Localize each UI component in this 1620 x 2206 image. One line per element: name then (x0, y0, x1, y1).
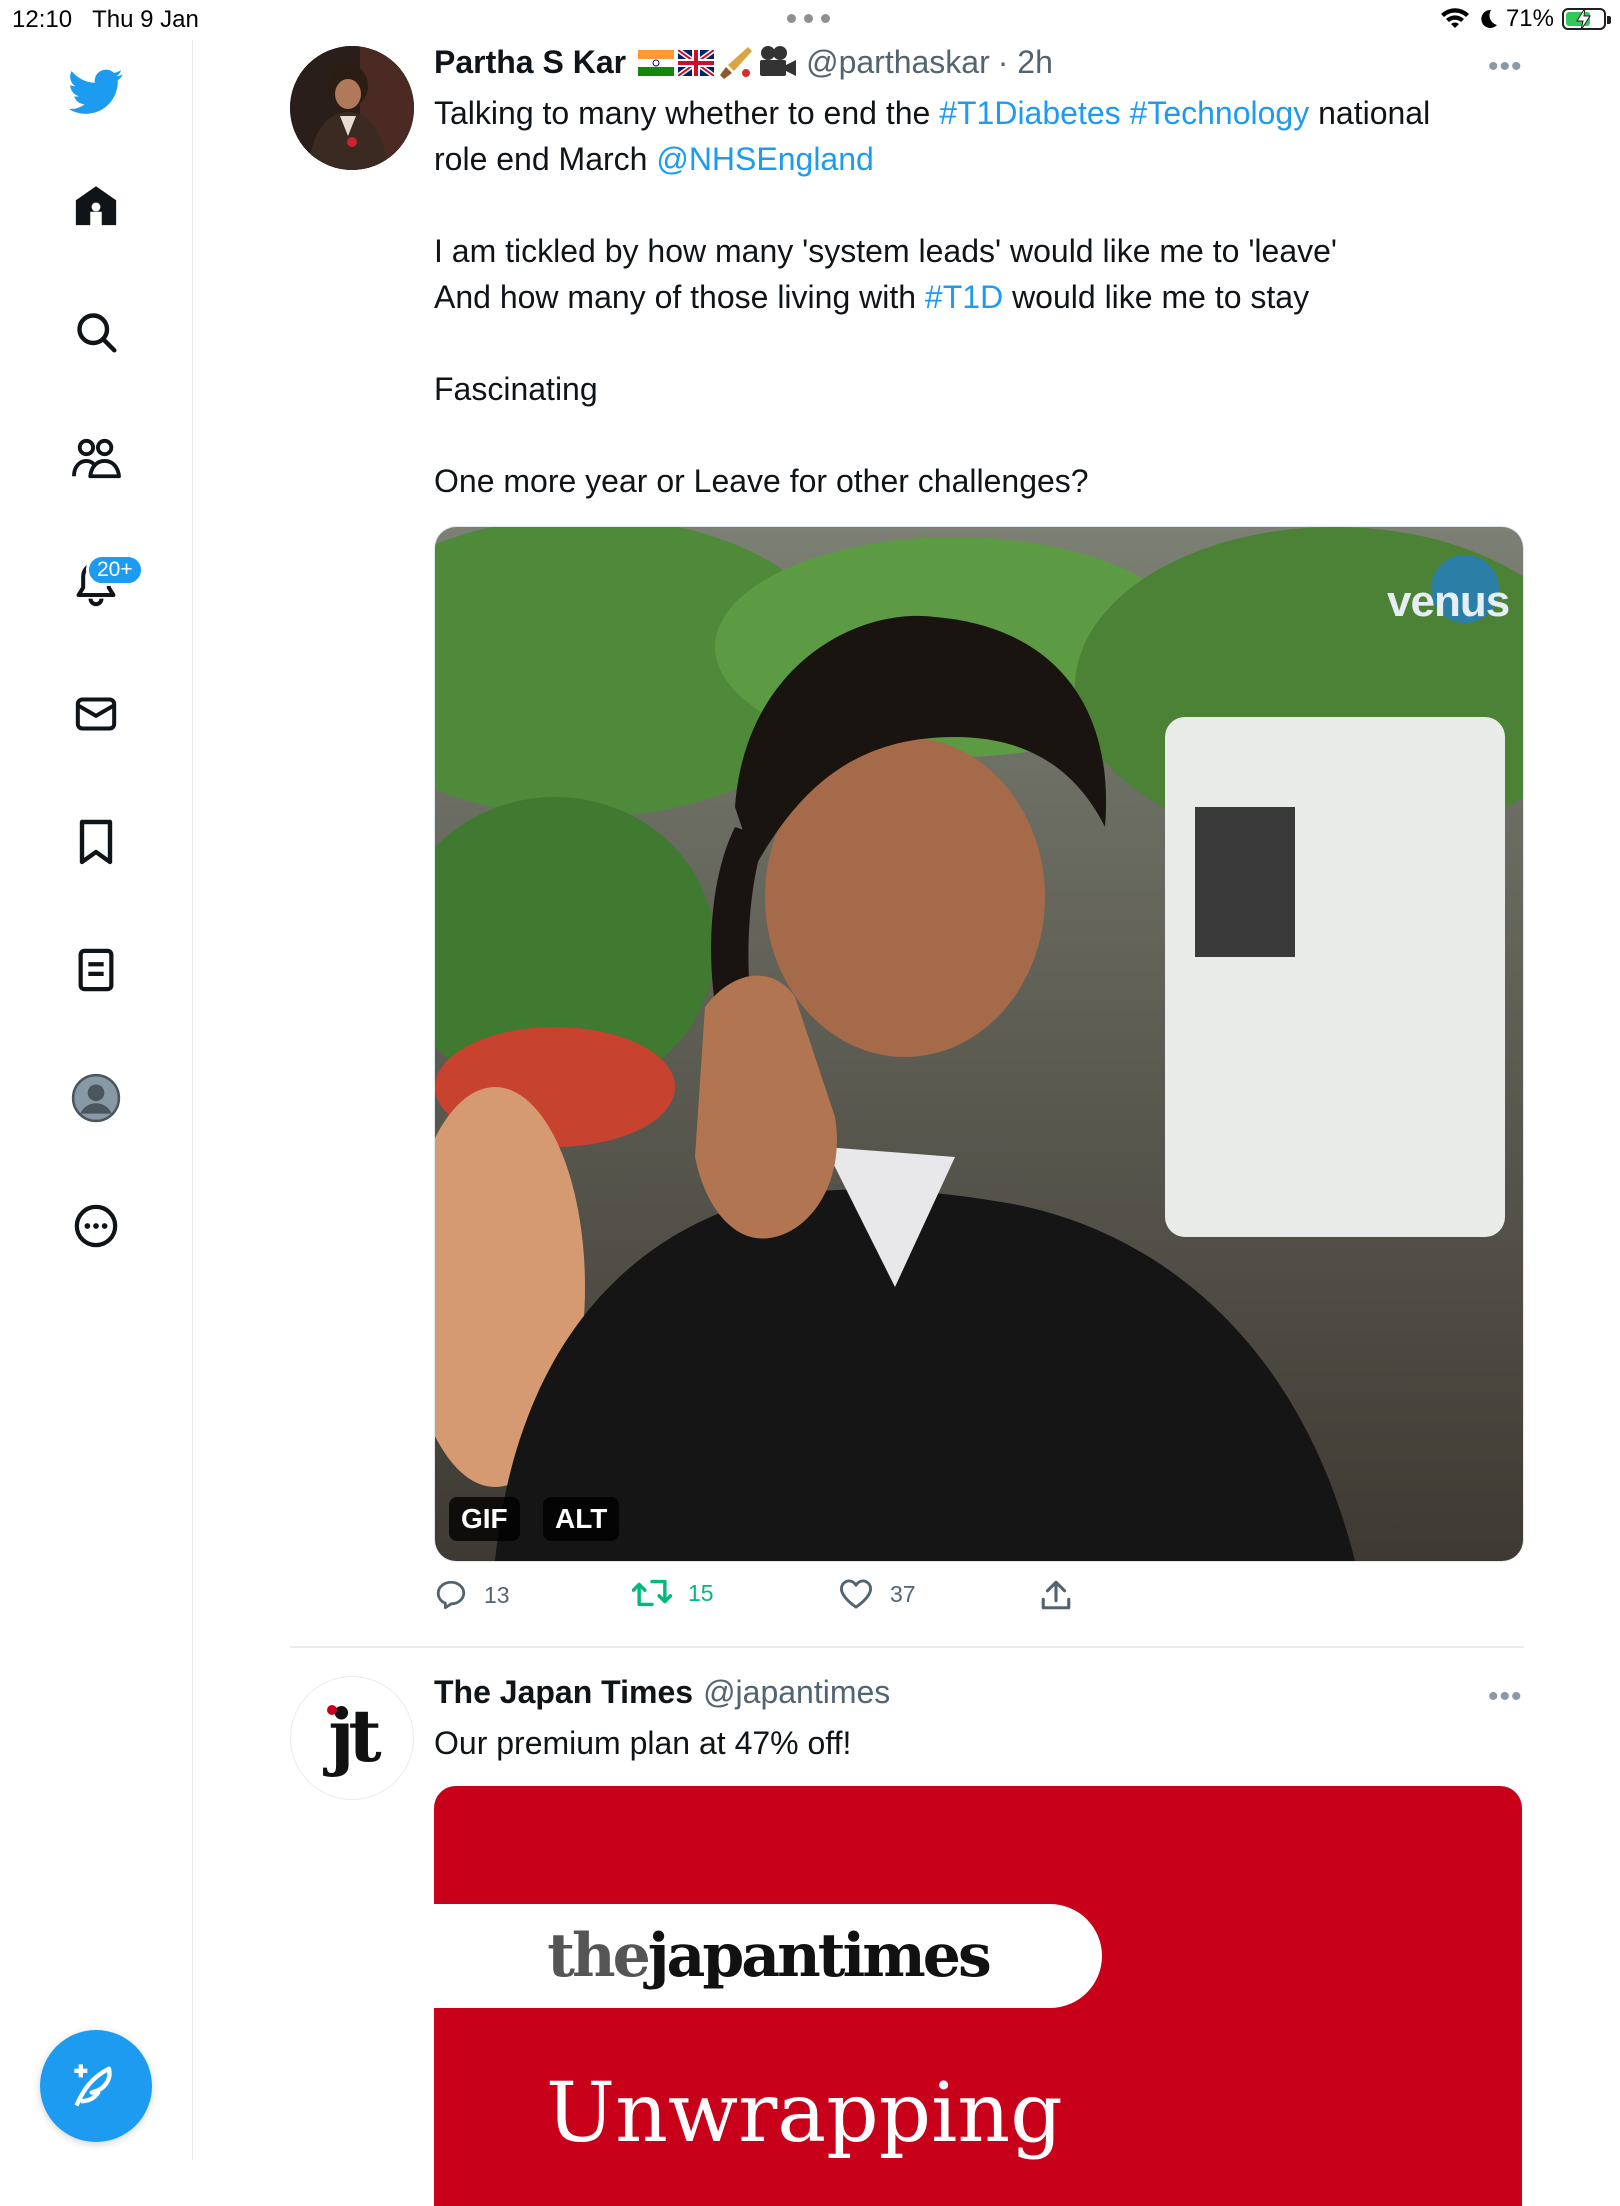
retweet-button[interactable]: 15 (632, 1578, 714, 1608)
ad-headline: Unwrapping (546, 2066, 1063, 2161)
avatar[interactable] (290, 46, 414, 170)
tweet-header: Partha S Kar @parthaskar · 2h (434, 44, 1053, 81)
sidebar-item-home[interactable] (62, 172, 130, 240)
tweet-more-button[interactable]: ••• (1488, 1680, 1523, 1714)
cricket-icon (720, 46, 753, 79)
tweet-gif-media[interactable]: venus GIF ALT (434, 526, 1524, 1562)
more-circle-icon (74, 1204, 118, 1248)
ad-logo-the: the (547, 1921, 651, 1991)
sidebar-item-bookmarks[interactable] (62, 808, 130, 876)
avatar[interactable]: jt (290, 1676, 414, 1800)
author-handle[interactable]: @parthaskar (806, 44, 990, 81)
reply-button[interactable]: 13 (434, 1578, 510, 1612)
author-name[interactable]: Partha S Kar (434, 44, 626, 81)
search-icon (77, 313, 117, 353)
sidebar-item-lists[interactable] (62, 936, 130, 1004)
movie-camera-icon (760, 45, 797, 76)
bookmark-icon (79, 819, 113, 865)
author-handle[interactable]: @japantimes (703, 1674, 890, 1711)
share-button[interactable] (1040, 1578, 1072, 1612)
multitasking-dots[interactable] (787, 14, 830, 23)
tweet-text: Talking to many whether to end the #T1Di… (434, 95, 1431, 499)
hashtag-link[interactable]: #T1D (925, 279, 1003, 315)
sidebar-item-more[interactable] (62, 1192, 130, 1260)
twitter-logo-icon[interactable] (62, 58, 130, 126)
wifi-icon (1440, 8, 1469, 29)
home-icon (75, 186, 117, 226)
tweet-header: The Japan Times @japantimes (434, 1674, 890, 1711)
reply-icon (436, 1580, 466, 1610)
promoted-media-card[interactable]: the japantimes Unwrapping (434, 1786, 1522, 2206)
tweet-actions: 13 15 37 (434, 1578, 1524, 1618)
hashtag-link[interactable]: #T1Diabetes (939, 95, 1120, 131)
alt-button[interactable]: ALT (543, 1497, 620, 1541)
retweet-count: 15 (688, 1579, 714, 1606)
envelope-icon (75, 697, 117, 731)
ad-logo-japantimes: japantimes (647, 1921, 992, 1991)
avatar-logo-text: jt (328, 1692, 381, 1778)
flag-emojis (638, 45, 798, 81)
sidebar-item-profile[interactable] (62, 1064, 130, 1132)
compose-tweet-button[interactable] (40, 2030, 152, 2142)
tweet-text: Our premium plan at 47% off! (434, 1725, 852, 1761)
mention-link[interactable]: @NHSEngland (656, 141, 873, 177)
moon-icon (1481, 9, 1497, 28)
gif-label: GIF (449, 1497, 520, 1541)
sidebar-item-communities[interactable] (62, 425, 130, 493)
compose-feather-icon (74, 2064, 112, 2107)
sidebar-item-explore[interactable] (62, 298, 130, 366)
share-icon (1041, 1580, 1071, 1610)
list-icon (78, 948, 114, 992)
like-button[interactable]: 37 (838, 1578, 916, 1610)
retweet-icon (632, 1579, 672, 1607)
sidebar: 20+ (0, 40, 193, 2160)
tweet-divider (290, 1646, 1524, 1648)
battery-percent: 71% (1505, 5, 1554, 32)
status-bar: 12:10 Thu 9 Jan 71% (0, 0, 1620, 40)
heart-icon (839, 1579, 872, 1609)
people-icon (72, 438, 121, 479)
ad-logo-banner: the japantimes (434, 1904, 1102, 2008)
uk-flag-icon (678, 49, 715, 76)
gif-image (435, 527, 1523, 1561)
tweet-time[interactable]: · 2h (998, 44, 1053, 81)
hashtag-link[interactable]: #Technology (1130, 95, 1310, 131)
tweet-more-button[interactable]: ••• (1488, 50, 1523, 84)
author-name[interactable]: The Japan Times (434, 1674, 693, 1711)
profile-icon (71, 1073, 121, 1123)
media-watermark: venus (1387, 577, 1510, 626)
status-time-date: 12:10 Thu 9 Jan (12, 6, 199, 33)
reply-count: 13 (484, 1581, 510, 1608)
notification-badge: 20+ (86, 554, 144, 586)
sidebar-item-messages[interactable] (62, 680, 130, 748)
india-flag-icon (638, 49, 675, 76)
battery-icon (1562, 8, 1611, 30)
like-count: 37 (890, 1580, 916, 1607)
